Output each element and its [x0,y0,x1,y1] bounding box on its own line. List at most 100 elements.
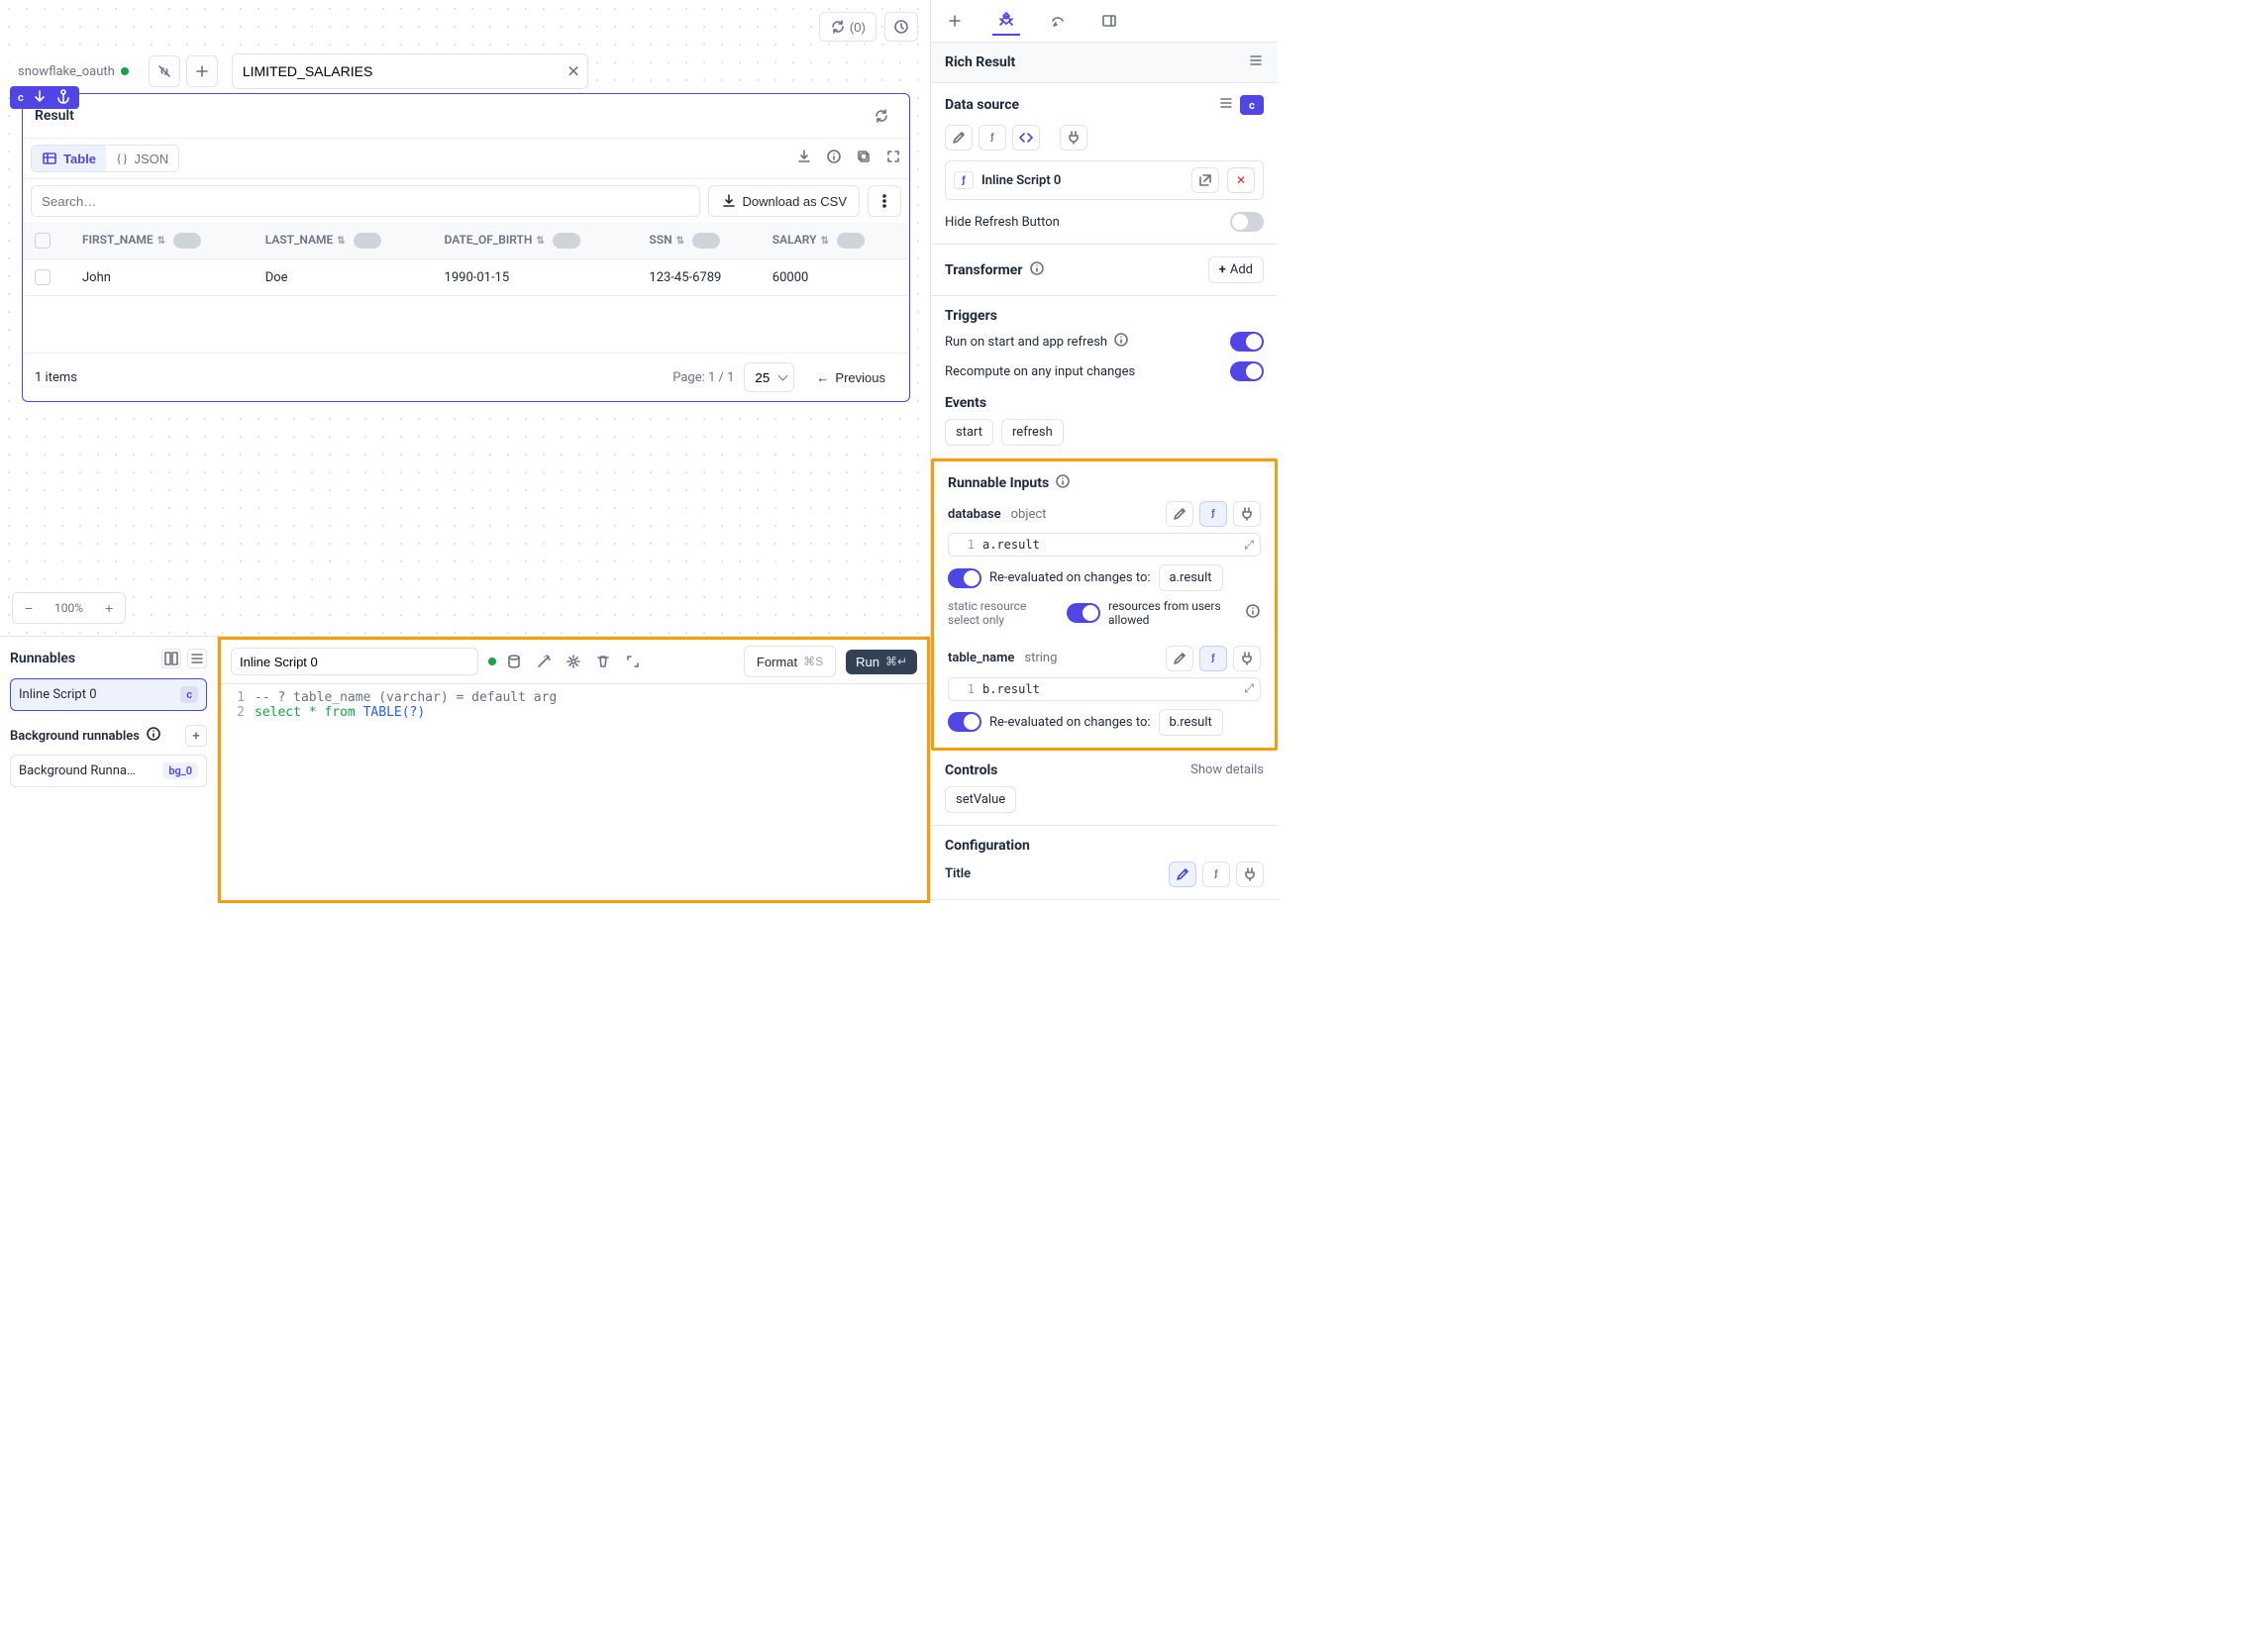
show-details-link[interactable]: Show details [1190,762,1264,777]
table-header-row: FIRST_NAME⇅ LAST_NAME⇅ DATE_OF_BIRTH⇅ SS… [23,223,909,259]
runnables-list-icon[interactable] [187,649,207,668]
input-table-fx-button[interactable]: ƒ [1199,646,1227,671]
component-title-input[interactable] [232,53,588,89]
col-salary[interactable]: SALARY⇅ [761,223,909,259]
config-title-edit-button[interactable] [1169,862,1196,887]
select-all-checkbox[interactable] [35,233,51,249]
component-id-badge[interactable]: c [10,86,79,109]
expand-icon[interactable] [885,149,901,168]
code-editor[interactable]: 1-- ? table_name (varchar) = default arg… [221,684,927,900]
inspector-tab-components[interactable] [992,6,1020,36]
fx-datasource-button[interactable]: ƒ [979,125,1006,151]
plug-datasource-button[interactable] [1060,125,1087,151]
input-db-expression[interactable]: 1 a.result ⤢ [948,533,1261,557]
input-table-reval-toggle[interactable] [948,712,981,732]
hide-refresh-toggle[interactable] [1230,212,1264,232]
col-filter-toggle[interactable] [692,233,720,249]
resources-users-toggle[interactable] [1067,603,1100,623]
download-csv-button[interactable]: Download as CSV [708,185,861,217]
inline-script-pill[interactable]: ƒ Inline Script 0 ✕ [945,160,1264,200]
row-checkbox[interactable] [35,269,51,285]
format-button[interactable]: Format ⌘S [744,646,836,677]
event-refresh[interactable]: refresh [1001,419,1064,446]
previous-page-button[interactable]: ← Previous [804,361,897,393]
info-icon[interactable] [1029,260,1045,280]
result-refresh-button[interactable] [866,100,897,132]
items-count: 1 items [35,370,77,385]
info-icon[interactable] [1245,603,1261,623]
clear-title-icon[interactable]: ✕ [567,62,579,81]
connector-pill[interactable]: snowflake_oauth [10,60,137,83]
info-icon[interactable] [146,726,161,746]
table-more-button[interactable] [868,185,901,217]
add-transformer-button[interactable]: Add [1208,256,1264,283]
inspector-tab-styles[interactable] [1044,7,1072,35]
col-filter-toggle[interactable] [553,233,580,249]
canvas-refresh-button[interactable]: (0) [819,12,876,42]
add-bg-runnable-button[interactable]: + [185,725,207,747]
input-db-reval-toggle[interactable] [948,568,981,588]
info-icon[interactable] [826,149,842,168]
col-last-name[interactable]: LAST_NAME⇅ [254,223,433,259]
trigger-refresh-toggle[interactable] [1230,332,1264,352]
add-component-button[interactable] [186,55,218,87]
inspector-tab-add[interactable] [941,7,969,35]
event-start[interactable]: start [945,419,993,446]
input-db-edit-button[interactable] [1166,501,1193,527]
zoom-in-button[interactable]: + [93,593,125,623]
input-table-edit-button[interactable] [1166,646,1193,671]
input-table-expression[interactable]: 1 b.result ⤢ [948,677,1261,701]
inspector-collapse[interactable] [1095,7,1278,35]
table-search-input[interactable] [31,185,700,217]
table-row[interactable]: John Doe 1990-01-15 123-45-6789 60000 [23,259,909,296]
col-date-of-birth[interactable]: DATE_OF_BIRTH⇅ [433,223,638,259]
wand-icon[interactable] [536,654,552,669]
move-down-icon[interactable] [28,88,52,107]
delete-script-button[interactable]: ✕ [1227,167,1255,193]
input-db-reval-target[interactable]: a.result [1159,564,1223,591]
history-icon [893,19,909,35]
open-script-button[interactable] [1191,167,1219,193]
runnables-layout-icon[interactable] [161,649,181,668]
page-size-select[interactable]: 25 [744,362,794,392]
tab-json[interactable]: {} JSON [106,146,178,171]
anchor-icon[interactable] [52,88,75,107]
bg-runnable-item[interactable]: Background Runna… bg_0 [10,755,207,787]
tab-table[interactable]: Table [32,146,106,171]
col-filter-toggle[interactable] [173,233,201,249]
trash-icon[interactable] [595,654,611,669]
input-table-plug-button[interactable] [1233,646,1261,671]
download-icon[interactable] [796,149,812,168]
runnable-item-inline-script-0[interactable]: Inline Script 0 c [10,678,207,711]
canvas-history-button[interactable] [884,12,918,42]
expand-icon[interactable] [625,654,641,669]
col-ssn[interactable]: SSN⇅ [637,223,760,259]
col-filter-toggle[interactable] [837,233,865,249]
editor-title-input[interactable] [231,648,478,675]
input-db-fx-button[interactable]: ƒ [1199,501,1227,527]
copy-icon[interactable] [856,149,872,168]
trigger-recompute-toggle[interactable] [1230,361,1264,381]
gear-icon[interactable] [566,654,581,669]
code-datasource-button[interactable] [1012,125,1040,151]
col-filter-toggle[interactable] [354,233,381,249]
input-db-plug-button[interactable] [1233,501,1261,527]
config-title-fx-button[interactable]: ƒ [1202,862,1230,887]
expand-editor-icon[interactable]: ⤢ [1244,681,1254,696]
expand-editor-icon[interactable]: ⤢ [1244,538,1254,553]
run-button[interactable]: Run ⌘↵ [846,650,917,674]
input-table-reval-target[interactable]: b.result [1159,709,1223,736]
database-icon[interactable] [506,654,522,669]
edit-datasource-button[interactable] [945,125,973,151]
control-setvalue[interactable]: setValue [945,786,1016,813]
bg-runnable-id-badge: bg_0 [162,762,198,779]
zoom-out-button[interactable]: − [13,593,45,623]
info-icon[interactable] [1055,473,1071,493]
list-icon[interactable] [1248,52,1264,72]
col-first-name[interactable]: FIRST_NAME⇅ [70,223,254,259]
config-title-plug-button[interactable] [1236,862,1264,887]
result-table: FIRST_NAME⇅ LAST_NAME⇅ DATE_OF_BIRTH⇅ SS… [23,223,909,296]
info-icon[interactable] [1113,332,1129,352]
list-icon[interactable] [1218,95,1234,115]
link-off-icon[interactable] [149,55,180,87]
